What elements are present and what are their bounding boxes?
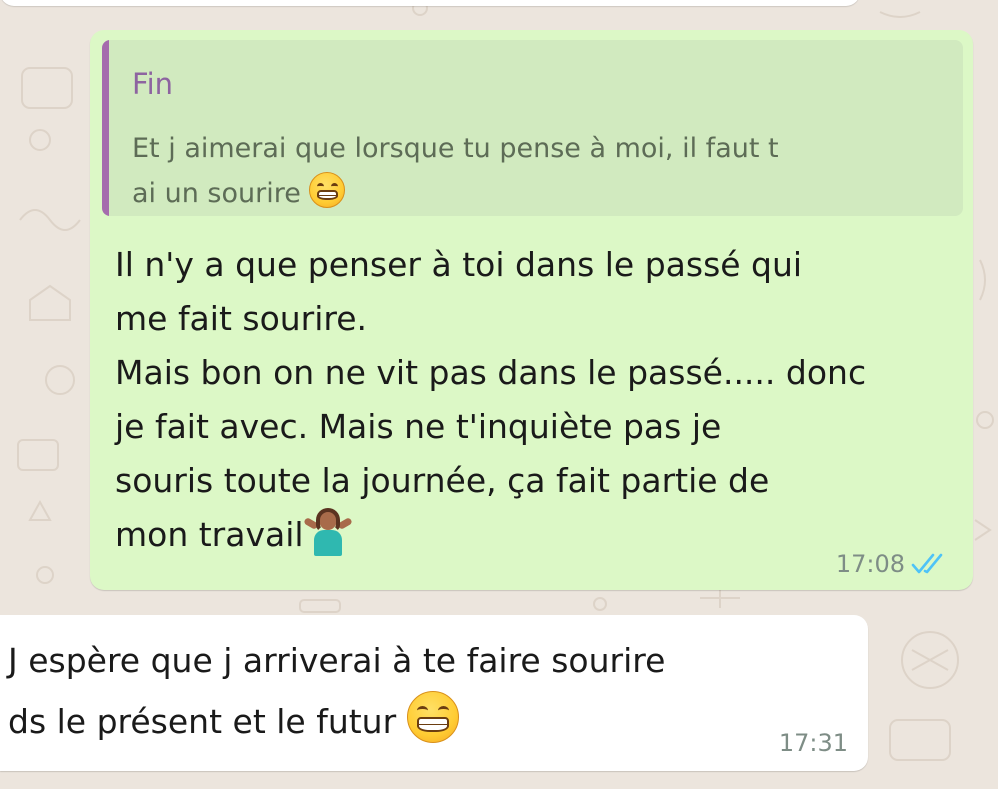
quoted-reply[interactable]: Fin Et j aimerai que lorsque tu pense à … bbox=[102, 40, 963, 216]
message-line: Il n'y a que penser à toi dans le passé … bbox=[115, 245, 803, 284]
message-timestamp: 17:08 bbox=[835, 550, 905, 578]
grinning-face-emoji-icon bbox=[309, 172, 346, 208]
incoming-message-text: J espère que j arriverai à te faire sour… bbox=[8, 631, 665, 752]
quote-text-line: ai un sourire bbox=[132, 178, 301, 209]
previous-message-bubble-edge bbox=[0, 0, 860, 6]
grinning-face-emoji-icon bbox=[406, 691, 459, 743]
message-line: Mais bon on ne vit pas dans le passé....… bbox=[115, 353, 867, 392]
message-line: mon travail bbox=[115, 515, 304, 554]
message-line: J espère que j arriverai à te faire sour… bbox=[8, 641, 666, 680]
message-line: je fait avec. Mais ne t'inquiète pas je bbox=[115, 407, 722, 446]
message-line: souris toute la journée, ça fait partie … bbox=[115, 461, 770, 500]
double-check-read-icon bbox=[911, 553, 943, 574]
message-line: me fait sourire. bbox=[115, 299, 368, 338]
message-line-last: mon travail bbox=[115, 508, 955, 562]
message-line: ds le présent et le futur bbox=[8, 702, 397, 741]
message-line-last: ds le présent et le futur bbox=[8, 691, 665, 752]
incoming-message-bubble[interactable]: J espère que j arriverai à te faire sour… bbox=[0, 615, 868, 771]
outgoing-message-bubble[interactable]: Fin Et j aimerai que lorsque tu pense à … bbox=[90, 30, 973, 590]
outgoing-message-text: Il n'y a que penser à toi dans le passé … bbox=[115, 238, 955, 562]
quote-accent-bar bbox=[102, 40, 109, 216]
person-shrugging-emoji-icon bbox=[302, 508, 353, 556]
quote-text: Et j aimerai que lorsque tu pense à moi,… bbox=[132, 126, 952, 216]
quote-sender-name: Fin bbox=[132, 67, 174, 101]
message-timestamp: 17:31 bbox=[778, 729, 848, 757]
quote-text-line: Et j aimerai que lorsque tu pense à moi,… bbox=[132, 133, 779, 164]
